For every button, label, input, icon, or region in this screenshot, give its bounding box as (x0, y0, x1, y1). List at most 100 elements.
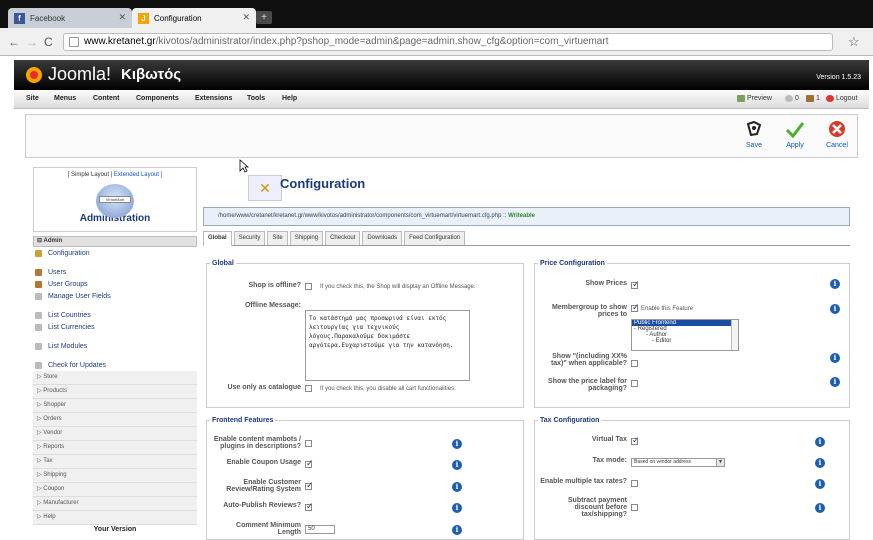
star-icon[interactable]: ☆ (848, 34, 860, 50)
info-icon[interactable]: i (815, 437, 825, 447)
list-icon (35, 342, 42, 350)
info-icon[interactable]: i (830, 304, 840, 314)
section-manufacturer[interactable]: ▷ Manufacturer (33, 497, 197, 511)
comment-min-input[interactable]: 50 (305, 525, 335, 534)
tab-downloads[interactable]: Downloads (362, 231, 403, 245)
tab-shipping[interactable]: Shipping (289, 231, 324, 245)
section-store[interactable]: ▷ Store (33, 371, 197, 385)
sidebar-item-label: List Currencies (48, 323, 95, 331)
info-icon[interactable]: i (452, 503, 462, 513)
logout-label: Logout (836, 95, 858, 102)
info-icon[interactable]: i (452, 482, 462, 492)
tax-mode-select[interactable]: Based on vendor address ▼ (631, 458, 725, 467)
tab-configuration[interactable]: J Configuration ✕ (132, 8, 256, 28)
section-tax[interactable]: ▷ Tax (33, 455, 197, 469)
catalogue-checkbox[interactable] (305, 385, 312, 392)
simple-layout-link[interactable]: [ Simple Layout | (68, 172, 113, 178)
sidebar-item-currencies[interactable]: List Currencies (33, 321, 197, 333)
info-icon[interactable]: i (830, 377, 840, 387)
sidebar-item-configuration[interactable]: Configuration (33, 247, 197, 259)
section-orders[interactable]: ▷ Orders (33, 413, 197, 427)
groups-icon (35, 280, 42, 288)
enable-feature-checkbox[interactable] (631, 302, 640, 313)
menu-content[interactable]: Content (93, 95, 119, 102)
sidebar-item-countries[interactable]: List Countries (33, 309, 197, 321)
logout-link[interactable]: Logout (826, 95, 857, 102)
apply-button[interactable]: Apply (775, 119, 815, 149)
menu-header-admin[interactable]: ⊟ Admin (33, 236, 197, 247)
info-icon[interactable]: i (452, 439, 462, 449)
tab-site[interactable]: Site (267, 231, 288, 245)
menu-help[interactable]: Help (282, 95, 297, 102)
multiple-tax-checkbox[interactable] (631, 480, 638, 487)
url-field[interactable]: www.kretanet.gr/kivotos/administrator/in… (63, 33, 833, 51)
mambots-checkbox[interactable] (305, 440, 312, 447)
section-reports[interactable]: ▷ Reports (33, 441, 197, 455)
menu-menus[interactable]: Menus (54, 95, 76, 102)
menu-extensions[interactable]: Extensions (195, 95, 232, 102)
close-icon[interactable]: ✕ (242, 12, 250, 23)
sidebar-item-updates[interactable]: Check for Updates (33, 359, 197, 371)
section-products[interactable]: ▷ Products (33, 385, 197, 399)
list-item[interactable]: - Editor (632, 338, 738, 344)
extended-layout-link[interactable]: Extended Layout ] (112, 172, 162, 178)
section-vendor[interactable]: ▷ Vendor (33, 427, 197, 441)
tab-facebook[interactable]: f Facebook ✕ (8, 8, 132, 28)
back-icon[interactable]: ← (8, 35, 20, 49)
section-help[interactable]: ▷ Help (33, 511, 197, 525)
tab-feed-configuration[interactable]: Feed Configuration (404, 231, 466, 245)
version-label: Version 1.5.23 (816, 74, 861, 81)
info-icon[interactable]: i (815, 458, 825, 468)
facebook-icon: f (14, 12, 25, 24)
section-shipping[interactable]: ▷ Shipping (33, 469, 197, 483)
users-icon (806, 95, 814, 102)
sidebar-item-label: List Countries (48, 311, 91, 319)
section-label: Tax (43, 458, 53, 464)
virtual-tax-checkbox[interactable] (631, 435, 640, 446)
show-prices-checkbox[interactable] (631, 279, 640, 290)
offline-message-textarea[interactable]: Το κατάστημά μας προσωρινά είναι εκτός λ… (305, 310, 470, 381)
autopublish-checkbox[interactable] (305, 501, 314, 512)
comment-min-label: Comment Minimum Length (236, 522, 301, 536)
reload-icon[interactable]: C (44, 35, 53, 49)
forward-icon[interactable]: → (26, 35, 38, 49)
section-shopper[interactable]: ▷ Shopper (33, 399, 197, 413)
preview-link[interactable]: Preview (737, 95, 772, 102)
sidebar-item-users[interactable]: Users (33, 266, 197, 278)
info-icon[interactable]: i (830, 279, 840, 289)
save-button[interactable]: Save (734, 119, 774, 149)
reviews-checkbox[interactable] (305, 480, 314, 491)
menu-tools[interactable]: Tools (247, 95, 265, 102)
new-tab-button[interactable]: + (256, 11, 272, 24)
including-tax-checkbox[interactable] (631, 360, 638, 367)
shop-offline-label: Shop is offline? (248, 282, 302, 289)
messages-count[interactable]: 0 (785, 95, 799, 102)
tab-security[interactable]: Security (233, 231, 266, 245)
info-icon[interactable]: i (830, 353, 840, 363)
packaging-checkbox[interactable] (631, 380, 638, 387)
users-label: 1 (816, 95, 820, 102)
subtract-discount-checkbox[interactable] (631, 504, 638, 511)
sidebar-item-user-fields[interactable]: Manage User Fields (33, 290, 197, 302)
info-icon[interactable]: i (815, 479, 825, 489)
info-icon[interactable]: i (452, 460, 462, 470)
menu-components[interactable]: Components (136, 95, 179, 102)
membergroup-select[interactable]: Public Frontend - Registered - Author - … (631, 319, 739, 351)
sidebar-item-user-groups[interactable]: User Groups (33, 278, 197, 290)
cancel-button[interactable]: Cancel (817, 119, 857, 149)
scrollbar[interactable] (731, 320, 738, 350)
sidebar-item-modules[interactable]: List Modules (33, 340, 197, 352)
section-coupon[interactable]: ▷ Coupon (33, 483, 197, 497)
menu-site[interactable]: Site (26, 95, 39, 102)
configuration-icon: ✕ (248, 175, 282, 201)
close-icon[interactable]: ✕ (118, 12, 126, 23)
fields-icon (35, 292, 42, 300)
tab-checkout[interactable]: Checkout (325, 231, 361, 245)
info-icon[interactable]: i (815, 503, 825, 513)
coupon-checkbox[interactable] (305, 458, 314, 469)
admin-menu: ⊟ Admin Configuration Users User Groups … (33, 236, 197, 533)
admin-menu-bar: Site Menus Content Components Extensions… (14, 90, 869, 109)
shop-offline-checkbox[interactable] (305, 283, 312, 290)
info-icon[interactable]: i (452, 525, 462, 535)
tab-global[interactable]: Global (203, 231, 232, 246)
